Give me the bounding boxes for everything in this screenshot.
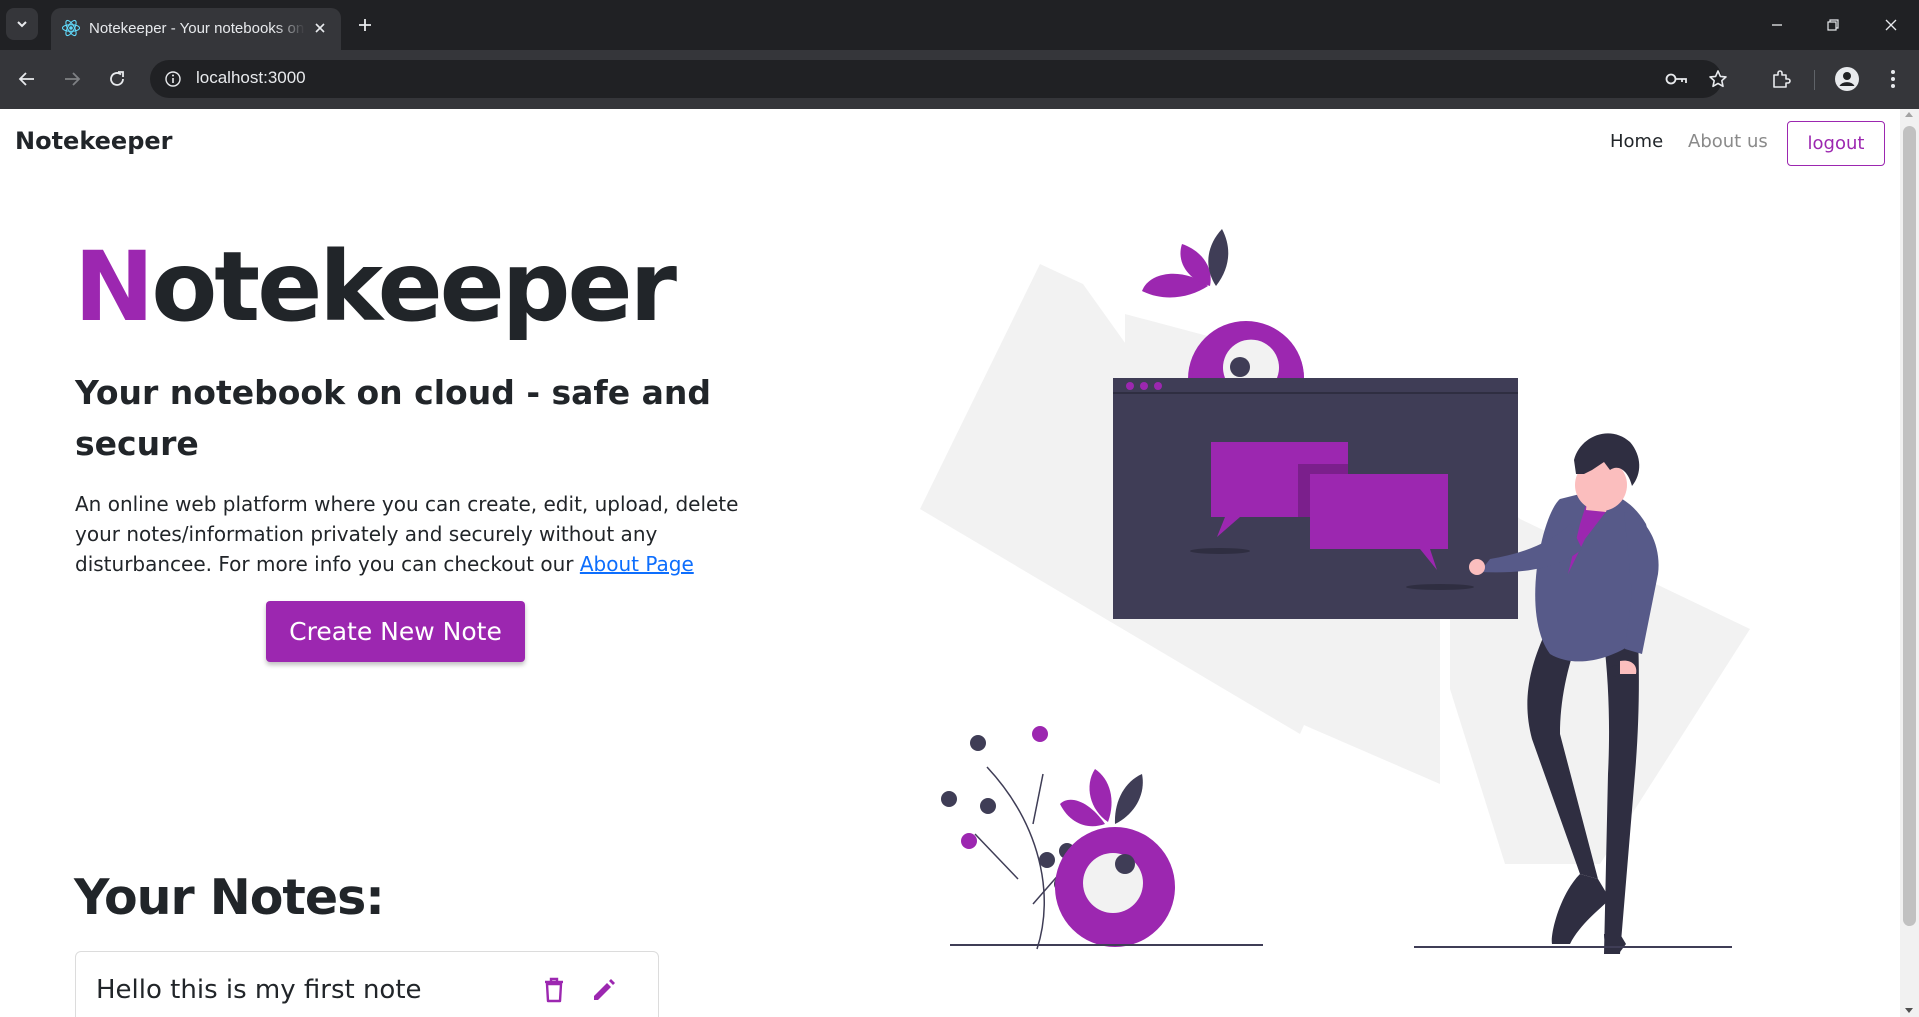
browser-tabstrip: Notekeeper - Your notebooks on cloud [0,0,1919,50]
pencil-icon [594,979,615,1000]
back-icon [18,72,34,86]
scrollbar-thumb[interactable] [1903,126,1916,926]
delete-note-button[interactable] [538,974,570,1006]
minimize-icon [1772,24,1782,26]
tab-close-button[interactable] [309,17,331,39]
close-window-button[interactable] [1876,10,1906,40]
create-note-button[interactable]: Create New Note [266,601,525,662]
illustration-bottom-creature [1055,769,1175,947]
profile-icon [1835,67,1859,91]
illustration-eye-pupil [1230,357,1250,377]
chevron-down-icon [17,21,27,28]
page-scrollbar[interactable] [1900,109,1919,1017]
plus-icon [359,19,371,31]
scroll-up-arrow-icon[interactable] [1905,112,1913,117]
restore-button[interactable] [1818,10,1848,40]
note-title: Hello this is my first note [96,975,422,1005]
close-icon [315,23,325,33]
bookmark-button[interactable] [1705,66,1731,92]
address-bar[interactable]: localhost:3000 [150,60,1727,98]
restore-icon [1827,19,1839,31]
hero-description: An online web platform where you can cre… [75,489,755,579]
site-info-button[interactable] [160,66,186,92]
password-key-icon [1665,73,1687,85]
reload-button[interactable] [102,64,132,94]
notes-heading: Your Notes: [74,869,385,926]
star-icon [1709,70,1727,88]
illustration-window-dot [1140,382,1148,390]
forward-icon [65,72,81,86]
tab-title: Notekeeper - Your notebooks on cloud [89,20,305,37]
illustration-window-dot [1154,382,1162,390]
hero-subtitle: Your notebook on cloud - safe and secure [75,373,712,463]
browser-menu-button[interactable] [1878,64,1908,94]
illustration-chat-bubble [1310,474,1448,549]
nav-link-about[interactable]: About us [1688,131,1768,152]
hero-title: Notekeeper [74,239,677,335]
extensions-icon [1773,70,1791,88]
hero-title-rest: otekeeper [151,231,677,343]
note-card: Hello this is my first note [75,951,659,1017]
browser-toolbar: localhost:3000 [0,50,1919,109]
scroll-down-arrow-icon[interactable] [1905,1008,1913,1013]
hero-title-first-letter: N [74,231,154,343]
browser-tab-active[interactable]: Notekeeper - Your notebooks on cloud [51,8,341,50]
profile-button[interactable] [1832,64,1862,94]
site-info-icon [165,71,181,87]
trash-icon [545,977,563,1003]
tab-search-button[interactable] [6,8,38,40]
back-button[interactable] [12,64,42,94]
toolbar-divider [1814,70,1815,90]
logout-button[interactable]: logout [1787,121,1885,166]
react-favicon-icon [61,19,81,37]
illustration-plant [941,726,1075,950]
new-tab-button[interactable] [352,12,378,38]
hero-illustration-figure [920,174,1770,964]
about-page-link[interactable]: About Page [580,552,694,576]
page-viewport: Notekeeper Home About us logout Notekeep… [0,109,1900,1017]
navbar-brand[interactable]: Notekeeper [15,127,173,155]
illustration-window-dot [1126,382,1134,390]
password-manager-button[interactable] [1664,66,1690,92]
minimize-button[interactable] [1762,10,1792,40]
close-icon [1885,19,1897,31]
edit-note-button[interactable] [588,974,620,1006]
extensions-button[interactable] [1766,64,1796,94]
reload-icon [110,71,124,86]
menu-icon [1891,70,1895,88]
forward-button[interactable] [57,64,87,94]
nav-link-home[interactable]: Home [1610,131,1663,152]
illustration-leaf [1208,229,1229,286]
url-text: localhost:3000 [196,68,306,87]
site-navbar: Notekeeper Home About us logout [0,109,1900,179]
